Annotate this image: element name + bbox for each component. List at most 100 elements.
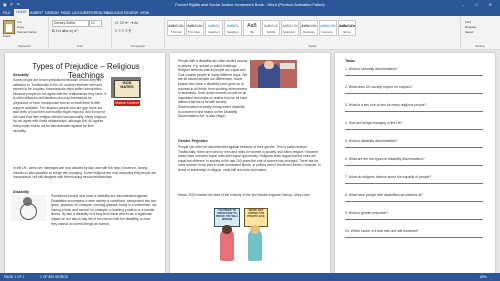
answer-line[interactable] — [345, 111, 483, 112]
style-preview: AaBbCcDc — [187, 24, 203, 28]
style-preview: AaBbCcDc — [301, 24, 317, 28]
font-format-buttons[interactable]: B I U abc x₂ x² — [52, 28, 78, 33]
style-intense-emphasis[interactable]: AaBbCcDc Intense E... — [319, 20, 337, 36]
page-2[interactable]: People with a disability are often denie… — [170, 53, 330, 273]
bishop-paragraph: March 2015 marked the start of the minis… — [178, 193, 311, 197]
tab-home[interactable]: HOME — [14, 9, 29, 16]
style-strong[interactable]: AaBbCcDc Strong — [338, 20, 356, 36]
style-heading-1[interactable]: AaBbCc Heading 1 — [205, 20, 223, 36]
list-buttons[interactable]: •≡ 1≡ ⇤ ⇥ A↓ — [115, 20, 139, 25]
ribbon-tabs: FILE HOME INSERT DESIGN PAGE LAYOUT REFE… — [0, 9, 500, 16]
answer-line[interactable] — [345, 75, 483, 76]
font-name-select[interactable]: Century Gothic — [52, 20, 89, 27]
copy-button[interactable]: Copy — [17, 25, 24, 29]
style-preview: AaBbCcDc — [168, 24, 184, 28]
task-item: 10. Which sector is it that men are stil… — [345, 229, 419, 233]
tasks-heading: Tasks — [345, 59, 355, 63]
font-label: Font — [76, 44, 83, 48]
clipboard-group: Paste Cut Copy Format Painter Clipboard — [0, 17, 49, 48]
style-preview: AaB — [247, 23, 257, 29]
answer-line[interactable] — [345, 129, 483, 130]
cyclist-bike-shape — [280, 63, 295, 69]
disability-heading: Disability — [13, 190, 29, 194]
task-item: 6. What are the two types of disability … — [345, 157, 425, 161]
page-3[interactable]: Tasks 1. What is sexuality discriminatio… — [335, 53, 495, 273]
style-subtitle[interactable]: AaBbCcD Subtitle — [262, 20, 280, 36]
clipboard-label: Clipboard — [17, 44, 31, 48]
style-heading-2[interactable]: AaBbCc Heading 2 — [224, 20, 242, 36]
cyclist-head-shape — [264, 61, 274, 69]
ribbon: Paste Cut Copy Format Painter Clipboard … — [0, 16, 500, 50]
style-name: ¶ Normal — [170, 30, 182, 34]
gender-paragraph: People can often be discriminated agains… — [178, 145, 321, 172]
tab-references[interactable]: REFERENCES — [84, 11, 109, 15]
style-preview: AaBbCc — [227, 24, 239, 28]
replace-button[interactable]: Replace — [465, 25, 476, 29]
answer-line[interactable] — [345, 183, 483, 184]
style-name: Strong — [343, 30, 351, 34]
tab-mailings[interactable]: MAILINGS — [106, 11, 123, 15]
style-name: Subtle Em... — [282, 30, 298, 34]
alignment-buttons[interactable]: ≡ ≡ ≡ ≡ ¶ — [115, 28, 131, 33]
select-button[interactable]: Select — [465, 30, 473, 34]
zoom-level[interactable]: 60% — [480, 275, 487, 279]
style-name: Heading 1 — [208, 30, 220, 34]
paragraph-label: Paragraph — [130, 44, 145, 48]
cut-button[interactable]: Cut — [17, 20, 22, 24]
editing-label: Editing — [475, 44, 485, 48]
window-controls[interactable]: – □ ✕ — [462, 2, 497, 7]
answer-line[interactable] — [345, 237, 483, 238]
font-size-select[interactable]: 10 — [89, 20, 102, 27]
style-subtle-emphasis[interactable]: AaBbCcDc Subtle Em... — [281, 20, 299, 36]
styles-group: AaBbCcDc ¶ Normal AaBbCcDc ¶ No Spac... Aa… — [165, 17, 461, 48]
tab-view[interactable]: VIEW — [140, 11, 149, 15]
style-no-spacing[interactable]: AaBbCcDc ¶ No Spac... — [186, 20, 204, 36]
tab-file[interactable]: FILE — [3, 10, 11, 15]
answer-line[interactable] — [345, 165, 483, 166]
god-hates-protest-image: GOD HATES — [111, 77, 141, 98]
answer-line[interactable] — [345, 201, 483, 202]
tab-page-layout[interactable]: PAGE LAYOUT — [61, 11, 86, 15]
format-painter-button[interactable]: Format Painter — [17, 30, 37, 34]
gender-heading: Gender Prejudice — [178, 139, 208, 143]
same-sex-paragraph: In the UK, same-sex marriages are now al… — [13, 166, 157, 180]
style-name: Heading 2 — [227, 30, 239, 34]
task-item: 9. What is gender prejudice? — [345, 211, 389, 215]
wheelchair-image — [11, 195, 47, 221]
find-button[interactable]: Find — [465, 20, 471, 24]
paragraph-group: •≡ 1≡ ⇤ ⇥ A↓ ≡ ≡ ≡ ≡ ¶ Paragraph — [112, 17, 165, 48]
tab-review[interactable]: REVIEW — [124, 11, 138, 15]
page-1[interactable]: Types of Prejudice – Religious Teachings… — [5, 53, 165, 273]
sexuality-paragraph: Some people are known prejudiced because… — [13, 78, 107, 133]
paste-icon[interactable] — [3, 20, 15, 34]
word-count[interactable]: 1 OF 893 WORDS — [40, 275, 68, 279]
sign-line-2: HATES — [120, 84, 134, 90]
sexuality-heading: Sexuality — [13, 73, 29, 77]
tab-design[interactable]: DESIGN — [45, 11, 59, 15]
style-emphasis[interactable]: AaBbCcDc Emphasis — [300, 20, 318, 36]
style-preview: AaBbCcDc — [282, 24, 298, 28]
paste-button[interactable]: Paste — [3, 34, 11, 38]
editing-group: Find Replace Select Editing — [461, 17, 499, 48]
style-title[interactable]: AaB Title — [243, 20, 261, 36]
protester-1-head — [222, 225, 232, 234]
answer-line[interactable] — [345, 147, 483, 148]
page-count[interactable]: PAGE 1 OF 1 — [4, 275, 24, 279]
style-name: Subtitle — [266, 30, 276, 34]
style-preview: AaBbCcDc — [320, 24, 336, 28]
task-item: 5. What is disability discrimination? — [345, 139, 398, 143]
style-preview: AaBbCc — [208, 24, 220, 28]
style-normal[interactable]: AaBbCcDc ¶ Normal — [167, 20, 185, 36]
protester-2-head — [250, 225, 260, 234]
answer-line[interactable] — [345, 93, 483, 94]
paralympic-cyclist-image — [250, 60, 297, 88]
font-group: Century Gothic 10 B I U abc x₂ x² Font — [49, 17, 112, 48]
task-item: 3. What is a key role of sex for many re… — [345, 103, 427, 107]
answer-line[interactable] — [345, 219, 483, 220]
styles-label: Styles — [308, 44, 317, 48]
task-item: 2. What does UK society expect for coupl… — [345, 85, 413, 89]
title-bar: ▣ ↶ ↷ Forced Rights and Social Justice H… — [0, 0, 500, 9]
tab-insert[interactable]: INSERT — [30, 11, 43, 15]
disability-paragraph: Sometimes people who have a disability a… — [51, 194, 157, 226]
document-area[interactable]: Types of Prejudice – Religious Teachings… — [0, 50, 500, 273]
